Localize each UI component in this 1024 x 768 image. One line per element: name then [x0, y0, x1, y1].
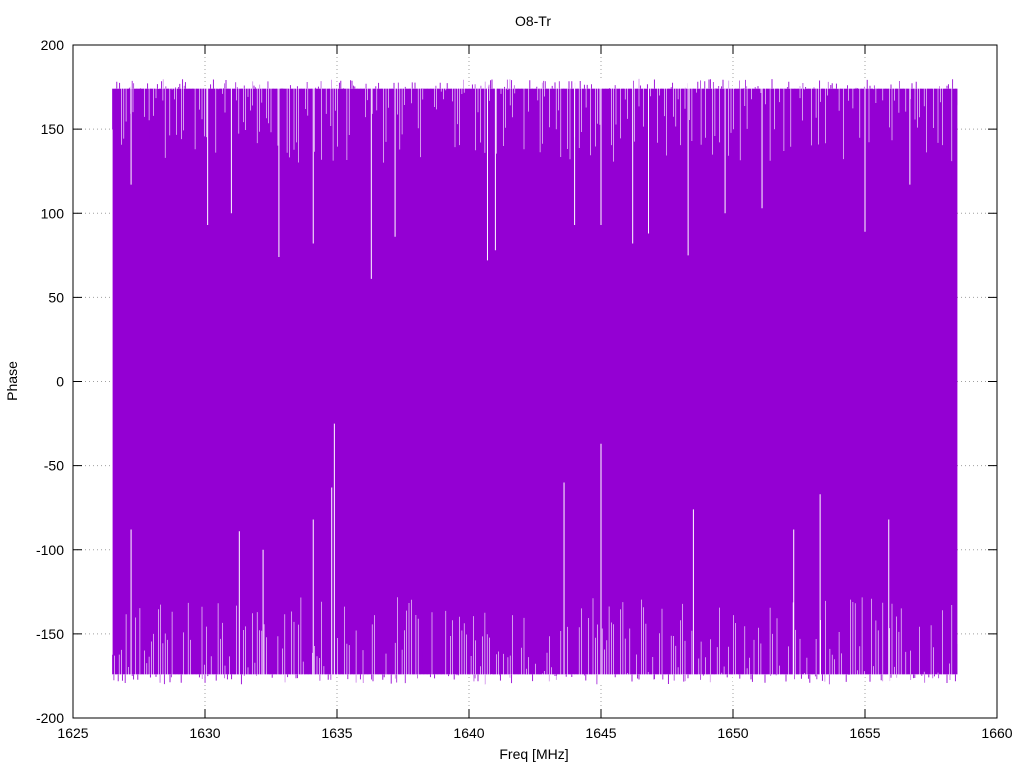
y-tick-label: 200	[41, 37, 65, 53]
y-tick-label: 100	[41, 205, 65, 221]
x-tick-label: 1625	[57, 725, 88, 741]
x-tick-label: 1660	[981, 725, 1012, 741]
y-tick-label: -50	[44, 458, 64, 474]
x-tick-label: 1645	[585, 725, 616, 741]
y-axis-label: Phase	[4, 361, 20, 401]
x-tick-label: 1655	[849, 725, 880, 741]
y-tick-label: -100	[36, 542, 64, 558]
y-tick-label: 0	[56, 374, 64, 390]
x-axis-label: Freq [MHz]	[499, 746, 568, 762]
y-tick-label: -200	[36, 710, 64, 726]
x-tick-label: 1650	[717, 725, 748, 741]
x-tick-label: 1630	[189, 725, 220, 741]
y-tick-label: 50	[48, 289, 64, 305]
chart-title: O8-Tr	[515, 13, 551, 29]
y-tick-label: -150	[36, 626, 64, 642]
x-tick-label: 1635	[321, 725, 352, 741]
x-tick-label: 1640	[453, 725, 484, 741]
y-tick-label: 150	[41, 121, 65, 137]
phase-chart: 1625 1630 1635 1640 1645 1650 1655 1660 200 150 10…	[0, 0, 1024, 768]
phase-series	[112, 78, 958, 685]
